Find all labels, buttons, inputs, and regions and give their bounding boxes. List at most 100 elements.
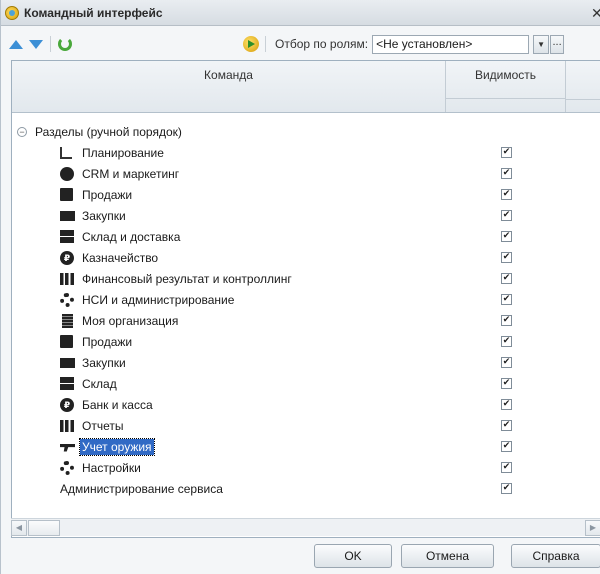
toolbar-separator	[50, 36, 51, 52]
move-up-button[interactable]	[7, 35, 25, 53]
column-header-visibility-sub	[446, 99, 566, 112]
table-row[interactable]: НСИ и администрирование ✔	[12, 289, 600, 310]
command-label: CRM и маркетинг	[82, 166, 180, 181]
table-row[interactable]: Продажи ✔	[12, 331, 600, 352]
table-row[interactable]: Моя организация ✔	[12, 310, 600, 331]
table-row[interactable]: Склад и доставка ✔	[12, 226, 600, 247]
command-label: Банк и касса	[82, 397, 153, 412]
table-row[interactable]: Планирование ✔	[12, 142, 600, 163]
arrow-down-icon	[29, 39, 43, 49]
visibility-checkbox[interactable]: ✔	[501, 336, 512, 347]
bars-icon	[60, 419, 74, 432]
gear-icon	[60, 460, 74, 475]
coin-icon: ₽	[60, 397, 74, 412]
apply-button[interactable]	[242, 35, 260, 53]
help-button[interactable]: Справка	[511, 544, 600, 568]
table-row[interactable]: Отчеты ✔	[12, 415, 600, 436]
command-interface-window: Командный интерфейс ✕ Отбор по ролям: <Н…	[0, 0, 600, 574]
visibility-checkbox[interactable]: ✔	[501, 273, 512, 284]
app-icon	[5, 5, 19, 20]
role-filter-label: Отбор по ролям:	[275, 37, 369, 51]
table-row[interactable]: ₽ Казначейство ✔	[12, 247, 600, 268]
scroll-thumb[interactable]	[28, 520, 60, 536]
column-header-extra	[566, 99, 600, 112]
table-row[interactable]: Продажи ✔	[12, 184, 600, 205]
command-label: НСИ и администрирование	[82, 292, 235, 307]
visibility-checkbox[interactable]: ✔	[501, 399, 512, 410]
warehouse-icon	[60, 230, 74, 243]
table-row[interactable]: CRM и маркетинг ✔	[12, 163, 600, 184]
command-label: Настройки	[82, 460, 141, 475]
column-header-command[interactable]: Команда	[12, 61, 446, 112]
toolbar-separator	[265, 36, 266, 52]
building-icon	[62, 313, 73, 328]
group-label: Разделы (ручной порядок)	[35, 124, 182, 139]
table-row-selected[interactable]: Учет оружия ✔	[12, 436, 600, 457]
command-label: Продажи	[82, 334, 133, 349]
move-down-button[interactable]	[27, 35, 45, 53]
refresh-button[interactable]	[56, 35, 74, 53]
column-header-visibility[interactable]: Видимость	[446, 61, 566, 99]
visibility-checkbox[interactable]: ✔	[501, 294, 512, 305]
command-label: Склад и доставка	[82, 229, 181, 244]
visibility-checkbox[interactable]: ✔	[501, 483, 512, 494]
visibility-checkbox[interactable]: ✔	[501, 378, 512, 389]
play-icon	[243, 36, 259, 52]
role-filter-input[interactable]: <Не установлен>	[372, 34, 530, 54]
commands-table[interactable]: Команда Видимость − Разделы (ручной поря…	[11, 60, 600, 538]
visibility-checkbox[interactable]: ✔	[501, 189, 512, 200]
visibility-checkbox[interactable]: ✔	[501, 210, 512, 221]
collapse-toggle-icon[interactable]: −	[17, 126, 27, 137]
visibility-checkbox[interactable]: ✔	[501, 252, 512, 263]
table-row[interactable]: Финансовый результат и контроллинг ✔	[12, 268, 600, 289]
table-header: Команда Видимость	[12, 61, 600, 113]
visibility-checkbox[interactable]: ✔	[501, 462, 512, 473]
bars-icon	[60, 272, 74, 285]
table-row[interactable]: Настройки ✔	[12, 457, 600, 478]
cart-icon	[60, 211, 75, 221]
table-row[interactable]: ₽ Банк и касса ✔	[12, 394, 600, 415]
close-icon[interactable]: ✕	[591, 5, 600, 22]
command-label: Закупки	[82, 208, 126, 223]
scroll-left-icon[interactable]: ◀	[11, 520, 27, 536]
gun-icon	[60, 443, 75, 452]
crm-icon	[60, 166, 74, 181]
window-title: Командный интерфейс	[24, 5, 163, 20]
toolbar: Отбор по ролям: <Не установлен> ▼ ...	[1, 32, 600, 56]
bag-icon	[60, 335, 73, 348]
bag-icon	[60, 188, 73, 201]
arrow-up-icon	[9, 39, 23, 49]
command-label: Отчеты	[82, 418, 124, 433]
visibility-checkbox[interactable]: ✔	[501, 315, 512, 326]
cart-icon	[60, 358, 75, 368]
group-row[interactable]: − Разделы (ручной порядок)	[12, 121, 600, 142]
command-label: Учет оружия	[79, 437, 155, 456]
visibility-checkbox[interactable]: ✔	[501, 420, 512, 431]
table-row[interactable]: Администрирование сервиса ✔	[12, 478, 600, 499]
planning-icon	[60, 146, 72, 159]
scroll-right-icon[interactable]: ▶	[585, 520, 600, 536]
visibility-checkbox[interactable]: ✔	[501, 168, 512, 179]
command-label: Склад	[82, 376, 117, 391]
role-filter-dropdown-button[interactable]: ▼	[533, 34, 550, 54]
visibility-checkbox[interactable]: ✔	[501, 441, 512, 452]
refresh-icon	[58, 37, 72, 51]
command-label: Администрирование сервиса	[60, 481, 223, 496]
warehouse-icon	[60, 377, 74, 390]
visibility-checkbox[interactable]: ✔	[501, 231, 512, 242]
table-row[interactable]: Закупки ✔	[12, 205, 600, 226]
title-bar[interactable]: Командный интерфейс ✕	[1, 0, 600, 26]
role-filter-choose-button[interactable]: ...	[550, 34, 565, 54]
gear-icon	[60, 292, 74, 307]
horizontal-scrollbar[interactable]: ◀ ▶	[11, 518, 600, 536]
ok-button[interactable]: OK	[314, 544, 392, 568]
command-label: Казначейство	[82, 250, 159, 265]
table-row[interactable]: Закупки ✔	[12, 352, 600, 373]
visibility-checkbox[interactable]: ✔	[501, 357, 512, 368]
command-label: Моя организация	[82, 313, 179, 328]
cancel-button[interactable]: Отмена	[401, 544, 494, 568]
table-row[interactable]: Склад ✔	[12, 373, 600, 394]
coin-icon: ₽	[60, 250, 74, 265]
visibility-checkbox[interactable]: ✔	[501, 147, 512, 158]
command-label: Продажи	[82, 187, 133, 202]
